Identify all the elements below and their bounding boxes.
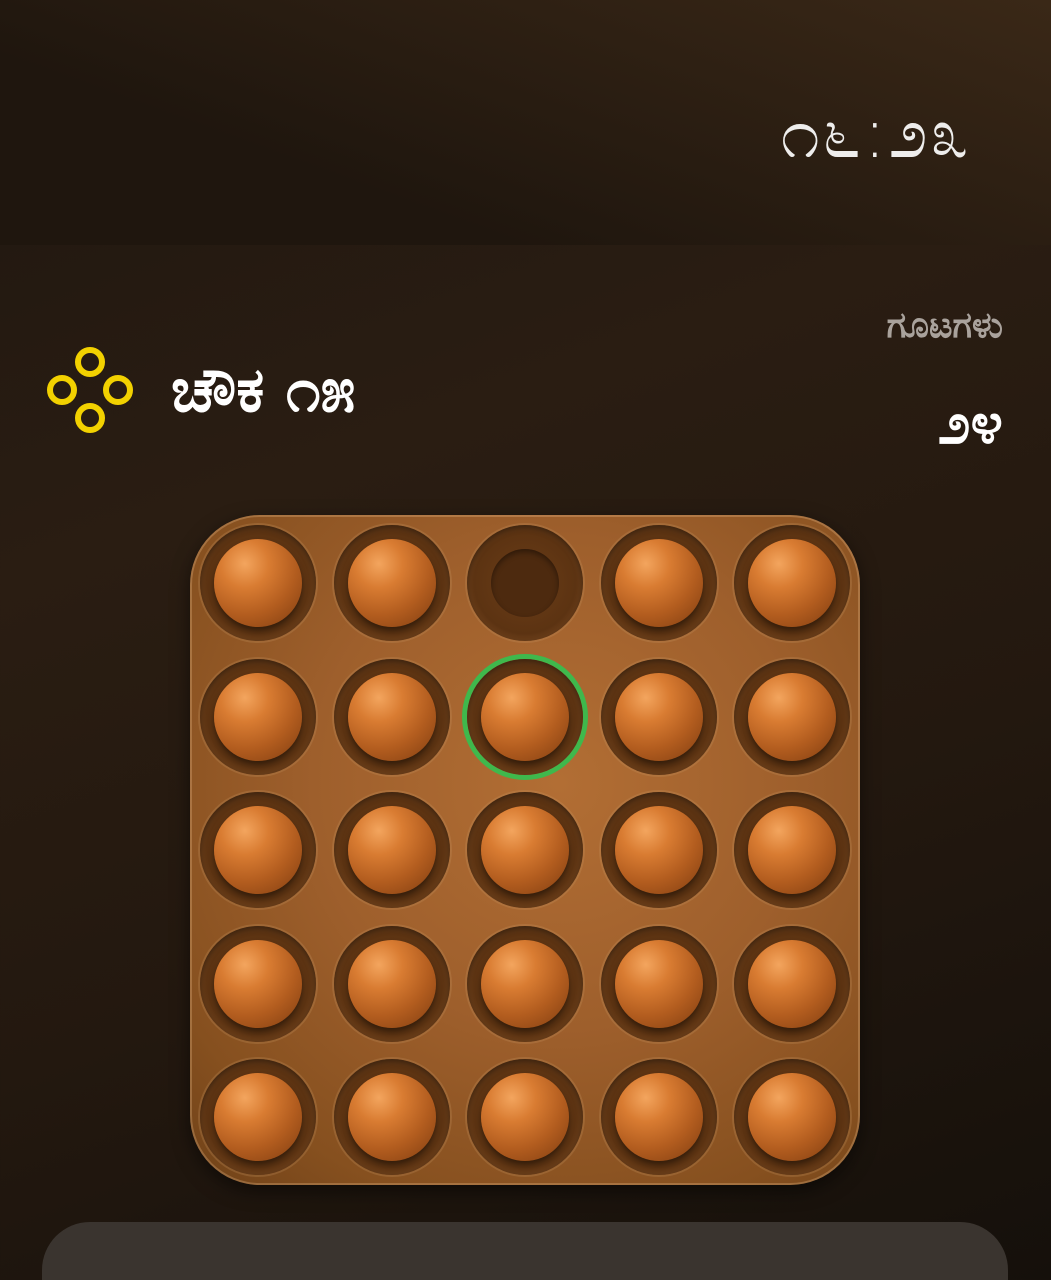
peg[interactable] — [481, 939, 569, 1028]
peg[interactable] — [748, 806, 836, 894]
level-header: ಚೌಕ ೧೫ — [45, 345, 355, 435]
peg[interactable] — [614, 939, 703, 1028]
board-hole[interactable] — [200, 525, 316, 641]
peg[interactable] — [748, 939, 836, 1028]
peg[interactable] — [347, 806, 436, 894]
board-hole[interactable] — [600, 658, 717, 775]
board-hole[interactable] — [333, 1059, 450, 1175]
peg[interactable] — [748, 672, 836, 761]
game-board — [190, 515, 860, 1185]
peg[interactable] — [481, 672, 569, 761]
board-hole[interactable] — [734, 1059, 850, 1175]
board-hole[interactable] — [200, 792, 316, 908]
hole-cavity — [491, 549, 559, 617]
board-hole[interactable] — [333, 658, 450, 775]
four-rings-icon — [45, 345, 135, 435]
peg[interactable] — [481, 1073, 569, 1161]
board-hole[interactable] — [467, 792, 583, 908]
board-hole[interactable] — [600, 792, 717, 908]
selected-hole[interactable] — [467, 658, 583, 775]
pegs-label: ಗೂಟಗಳು — [886, 305, 1003, 346]
board-hole[interactable] — [333, 525, 450, 641]
board-hole[interactable] — [734, 925, 850, 1042]
peg[interactable] — [347, 1073, 436, 1161]
board-hole[interactable] — [734, 525, 850, 641]
peg[interactable] — [347, 539, 436, 627]
peg[interactable] — [214, 1073, 302, 1161]
board-hole[interactable] — [600, 1059, 717, 1175]
peg[interactable] — [347, 672, 436, 761]
peg[interactable] — [748, 1073, 836, 1161]
peg[interactable] — [614, 672, 703, 761]
peg[interactable] — [214, 672, 302, 761]
peg[interactable] — [614, 1073, 703, 1161]
peg[interactable] — [481, 806, 569, 894]
board-hole[interactable] — [600, 525, 717, 641]
board-hole[interactable] — [467, 1059, 583, 1175]
board-hole[interactable] — [200, 658, 316, 775]
pegs-count: ೨೪ — [938, 389, 1003, 457]
peg[interactable] — [214, 939, 302, 1028]
board-hole[interactable] — [600, 925, 717, 1042]
bottom-panel — [42, 1222, 1008, 1280]
peg[interactable] — [614, 806, 703, 894]
peg[interactable] — [214, 806, 302, 894]
peg[interactable] — [214, 539, 302, 627]
peg[interactable] — [347, 939, 436, 1028]
board-hole[interactable] — [200, 925, 316, 1042]
board-hole[interactable] — [734, 658, 850, 775]
board-hole[interactable] — [200, 1059, 316, 1175]
board-hole[interactable] — [333, 925, 450, 1042]
peg[interactable] — [748, 539, 836, 627]
level-title: ಚೌಕ ೧೫ — [171, 353, 356, 426]
timer: ೧೬:೨೩ — [780, 92, 971, 174]
peg[interactable] — [614, 539, 703, 627]
board-hole[interactable] — [467, 925, 583, 1042]
empty-hole[interactable] — [467, 525, 583, 641]
board-hole[interactable] — [734, 792, 850, 908]
board-hole[interactable] — [333, 792, 450, 908]
